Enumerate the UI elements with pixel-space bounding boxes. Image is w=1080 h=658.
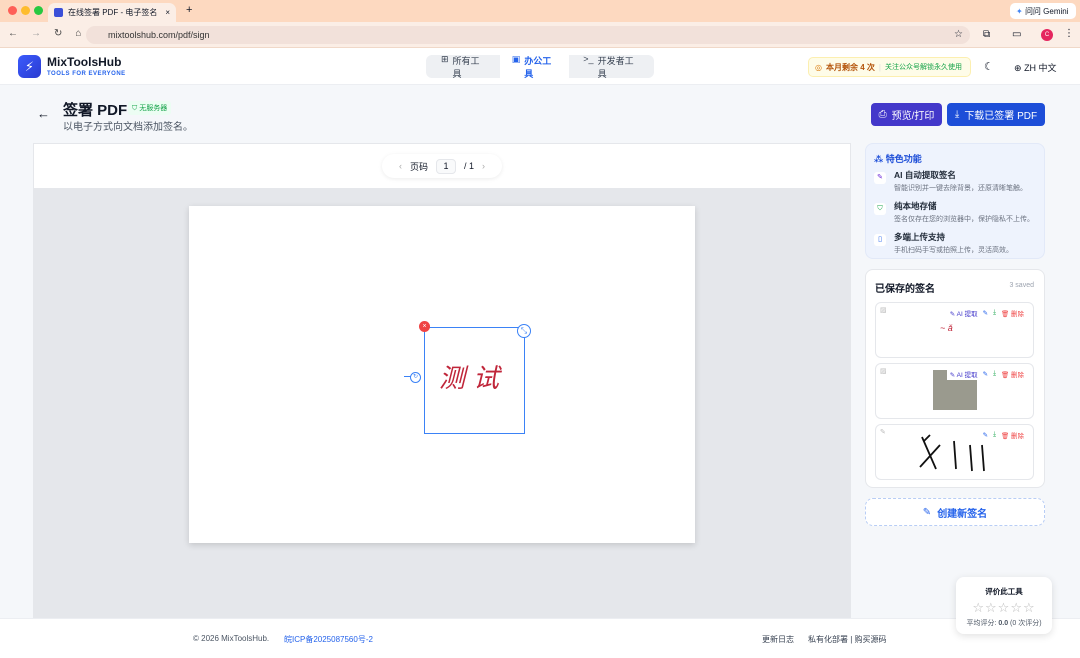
delete-button[interactable]: 🗑 删除 — [1001, 430, 1024, 440]
url-input[interactable]: mixtoolshub.com/pdf/sign — [86, 26, 970, 44]
gemini-icon: ✦ — [1016, 7, 1023, 16]
star-icon[interactable]: ☆ — [1023, 600, 1036, 615]
star-rating[interactable]: ☆☆☆☆☆ — [956, 600, 1052, 616]
bookmark-star-icon[interactable]: ☆ — [954, 29, 963, 40]
saved-signatures-card: 已保存的签名 3 saved ▨ ~ ǎ ✎ AI 提取 ✎ ⤓ 🗑 删除 ▨ ✎ A… — [865, 269, 1045, 488]
saved-signature-item[interactable]: ▨ ~ ǎ ✎ AI 提取 ✎ ⤓ 🗑 删除 — [875, 302, 1034, 358]
phone-icon: ▯ — [874, 234, 886, 246]
pdf-editor: ‹ 页码 1 / 1 › 测试 × ⤡ ↻ — [33, 143, 851, 618]
terminal-icon: >_ — [583, 53, 594, 64]
star-icon[interactable]: ☆ — [1010, 600, 1023, 615]
close-window-button[interactable] — [8, 6, 17, 15]
page-title: 签署 PDF — [63, 102, 128, 119]
download-icon[interactable]: ⤓ — [993, 309, 996, 317]
resize-handle-icon[interactable]: ⤡ — [517, 324, 531, 338]
page-number-input[interactable]: 1 — [436, 158, 456, 174]
edit-icon[interactable]: ✎ — [983, 431, 988, 439]
changelog-link[interactable]: 更新日志 — [762, 634, 794, 645]
check-circle-icon: ◎ — [815, 62, 822, 72]
delete-button[interactable]: 🗑 删除 — [1001, 369, 1024, 379]
brand-name[interactable]: MixToolsHub — [47, 55, 121, 69]
maximize-window-button[interactable] — [34, 6, 43, 15]
tab-developer-tools[interactable]: >_ 开发者工具 — [571, 50, 651, 84]
delete-button[interactable]: 🗑 删除 — [1001, 308, 1024, 318]
pdf-page[interactable]: 测试 × ⤡ ↻ — [189, 206, 695, 543]
reload-icon[interactable]: ↻ — [54, 28, 62, 39]
download-signed-pdf-button[interactable]: ⤓ 下载已签署 PDF — [947, 103, 1045, 126]
editor-toolbar: ‹ 页码 1 / 1 › — [34, 144, 850, 189]
download-icon[interactable]: ⤓ — [993, 370, 996, 378]
printer-icon: ⎙ — [878, 109, 887, 120]
ai-wand-icon: ✎ — [874, 172, 886, 184]
star-icon[interactable]: ☆ — [985, 600, 998, 615]
remove-signature-icon[interactable]: × — [419, 321, 430, 332]
footer — [0, 618, 1080, 658]
signature-pen-icon: ✎ — [922, 506, 932, 518]
browser-tab[interactable]: 在线签署 PDF - 电子签名 × — [48, 3, 176, 22]
logo-bolt-icon[interactable]: ⚡ — [18, 55, 41, 78]
back-icon[interactable]: ← — [8, 28, 18, 39]
star-icon[interactable]: ☆ — [998, 600, 1011, 615]
extensions-icon[interactable]: ⧉ — [983, 29, 990, 40]
image-icon: ▨ — [880, 307, 887, 314]
forward-icon[interactable]: → — [31, 28, 41, 39]
edit-icon[interactable]: ✎ — [983, 370, 988, 378]
ai-extract-button[interactable]: ✎ AI 提取 — [950, 308, 978, 318]
prev-page-icon[interactable]: ‹ — [399, 161, 402, 171]
grid-icon: ⊞ — [441, 53, 449, 64]
new-tab-button[interactable]: + — [186, 4, 192, 16]
placed-signature[interactable]: 测试 — [424, 327, 525, 434]
icp-link[interactable]: 皖ICP备2025087560号-2 — [284, 634, 373, 645]
dark-mode-moon-icon[interactable]: ☾ — [984, 60, 994, 73]
minimize-window-button[interactable] — [21, 6, 30, 15]
nav-tabs: ⊞ 所有工具 ▣ 办公工具 >_ 开发者工具 — [426, 49, 654, 84]
menu-icon[interactable]: ⋮ — [1064, 28, 1074, 39]
language-switch[interactable]: ⊕ ZH 中文 — [1014, 61, 1057, 74]
saved-signature-item[interactable]: ▨ ✎ AI 提取 ✎ ⤓ 🗑 删除 — [875, 363, 1034, 419]
sparkle-icon: ⁂ — [874, 154, 884, 164]
back-arrow-icon[interactable]: ← — [37, 106, 50, 121]
page-navigator: ‹ 页码 1 / 1 › — [382, 154, 502, 178]
globe-icon: ⊕ — [1014, 63, 1022, 73]
gemini-button[interactable]: ✦ 问问 Gemini — [1010, 3, 1076, 19]
serverless-badge: ⛉ 无服务器 — [128, 101, 172, 115]
favicon-icon — [54, 8, 63, 17]
next-page-icon[interactable]: › — [482, 161, 485, 171]
page-subtitle: 以电子方式向文档添加签名。 — [63, 122, 193, 133]
home-icon[interactable]: ⌂ — [75, 28, 81, 39]
profile-avatar[interactable]: C — [1041, 29, 1053, 41]
image-icon: ▨ — [880, 368, 887, 375]
signature-ink: 测试 — [439, 364, 508, 394]
features-card: ⁂ 特色功能 ✎ AI 自动提取签名 智能识别并一键去除背景，还原清晰笔触。 ⛉ 纯本… — [865, 143, 1045, 259]
private-deploy-link[interactable]: 私有化部署 | 购买源码 — [808, 634, 887, 645]
star-icon[interactable]: ☆ — [972, 600, 985, 615]
edit-icon[interactable]: ✎ — [983, 309, 988, 317]
rating-widget: 评价此工具 ☆☆☆☆☆ 平均评分: 0.0 (0 次评分) — [956, 577, 1052, 634]
preview-print-button[interactable]: ⎙ 预览/打印 — [871, 103, 942, 126]
download-icon: ⤓ — [954, 109, 960, 120]
pen-icon: ✎ — [880, 429, 886, 436]
download-icon[interactable]: ⤓ — [993, 431, 996, 439]
tab-office-tools[interactable]: ▣ 办公工具 — [499, 49, 570, 84]
tab-all-tools[interactable]: ⊞ 所有工具 — [429, 50, 498, 84]
copyright: © 2026 MixToolsHub. — [193, 634, 270, 643]
close-tab-icon[interactable]: × — [165, 8, 170, 17]
saved-signature-item[interactable]: ✎ ✎ ⤓ 🗑 删除 — [875, 424, 1034, 480]
signature-thumbnail: ~ ǎ — [940, 323, 953, 333]
create-signature-button[interactable]: ✎ 创建新签名 — [865, 498, 1045, 526]
rotate-handle-icon[interactable]: ↻ — [410, 372, 421, 383]
ai-extract-button[interactable]: ✎ AI 提取 — [950, 369, 978, 379]
briefcase-icon: ▣ — [511, 53, 521, 64]
brand-tagline: TOOLS FOR EVERYONE — [47, 71, 126, 77]
tab-search-icon[interactable]: ▭ — [1012, 29, 1021, 40]
quota-badge[interactable]: ◎ 本月剩余 4 次 | 关注公众号解锁永久使用 — [808, 57, 971, 77]
shield-icon: ⛉ — [874, 203, 886, 215]
